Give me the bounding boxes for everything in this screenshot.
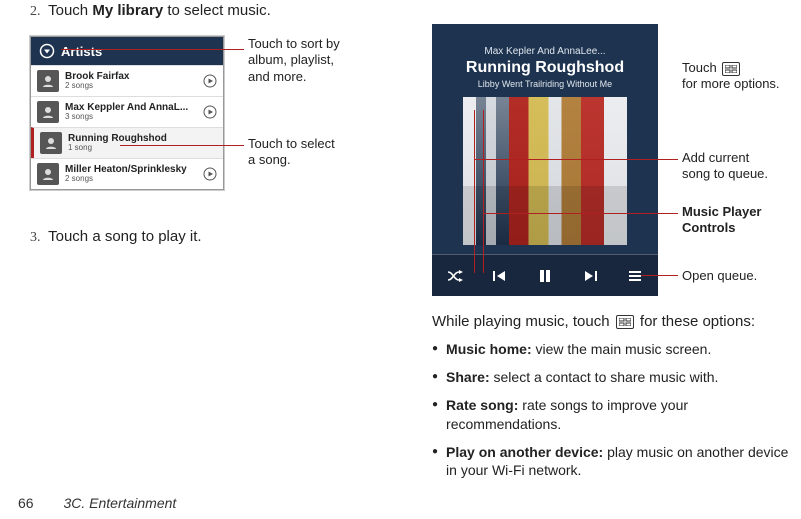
artists-header[interactable]: Artists [31, 37, 223, 65]
option-play-another-device: ● Play on another device: play music on … [432, 443, 790, 479]
shuffle-button[interactable] [441, 262, 469, 290]
while-playing-text: While playing music, touch for these opt… [432, 313, 790, 330]
callout-line [483, 110, 484, 273]
artist-sub: 2 songs [65, 175, 197, 184]
step-2-text-b: to select music. [163, 2, 271, 19]
next-button[interactable] [576, 262, 604, 290]
callout-player-controls: Music Player Controls [682, 204, 762, 237]
person-icon [37, 70, 59, 92]
callout-line [474, 110, 475, 273]
options-list: ● Music home: view the main music screen… [432, 340, 790, 489]
person-icon [37, 101, 59, 123]
pause-button[interactable] [531, 262, 559, 290]
callout-more-options: Touch for more options. [682, 60, 780, 93]
person-icon [37, 163, 59, 185]
callout-line [61, 49, 244, 50]
page-footer: 66 3C. Entertainment [18, 495, 176, 511]
callout-select-song: Touch to select a song. [248, 136, 335, 169]
option-share: ● Share: select a contact to share music… [432, 368, 790, 386]
sort-icon [39, 43, 55, 59]
callout-sort: Touch to sort by album, playlist, and mo… [248, 36, 340, 85]
step-2-bold: My library [92, 2, 163, 19]
play-icon[interactable] [203, 167, 217, 181]
callout-add-queue: Add current song to queue. [682, 150, 768, 183]
artists-header-label: Artists [61, 44, 102, 59]
artist-row[interactable]: Miller Heaton/Sprinklesky 2 songs [31, 158, 223, 189]
callout-open-queue: Open queue. [682, 268, 757, 284]
album-art [463, 97, 627, 245]
menu-icon [616, 315, 634, 329]
player-album: Libby Went Trailriding Without Me [478, 79, 612, 89]
prev-button[interactable] [486, 262, 514, 290]
play-icon[interactable] [203, 74, 217, 88]
step-2-text-a: Touch [48, 2, 92, 19]
player-controls [432, 254, 658, 296]
menu-icon [722, 62, 740, 76]
play-icon[interactable] [203, 105, 217, 119]
step-3: 3. Touch a song to play it. [30, 228, 390, 246]
callout-line [474, 159, 678, 160]
step-3-number: 3. [30, 230, 41, 245]
bullet-icon: ● [432, 340, 438, 358]
option-rate-song: ● Rate song: rate songs to improve your … [432, 396, 790, 432]
step-2-number: 2. [30, 4, 41, 19]
bullet-icon: ● [432, 368, 438, 386]
player-artist: Max Kepler And AnnaLee... [484, 46, 605, 57]
artist-sub: 2 songs [65, 82, 197, 91]
callout-line [483, 213, 678, 214]
option-music-home: ● Music home: view the main music screen… [432, 340, 790, 358]
artist-sub: 3 songs [65, 113, 197, 122]
step-3-text: Touch a song to play it. [48, 228, 201, 245]
callout-line [641, 275, 678, 276]
page-number: 66 [18, 495, 34, 511]
bullet-icon: ● [432, 396, 438, 432]
artist-row[interactable]: Running Roughshod 1 song [31, 127, 223, 158]
section-title: 3C. Entertainment [63, 495, 176, 511]
player-title: Running Roughshod [466, 59, 624, 77]
artist-row[interactable]: Brook Fairfax 2 songs [31, 65, 223, 96]
person-icon [40, 132, 62, 154]
artist-row[interactable]: Max Keppler And AnnaL... 3 songs [31, 96, 223, 127]
callout-line [120, 145, 244, 146]
bullet-icon: ● [432, 443, 438, 479]
artists-panel: Artists Brook Fairfax 2 songs Max Kepple… [30, 36, 224, 190]
step-2: 2. Touch My library to select music. [30, 2, 390, 20]
